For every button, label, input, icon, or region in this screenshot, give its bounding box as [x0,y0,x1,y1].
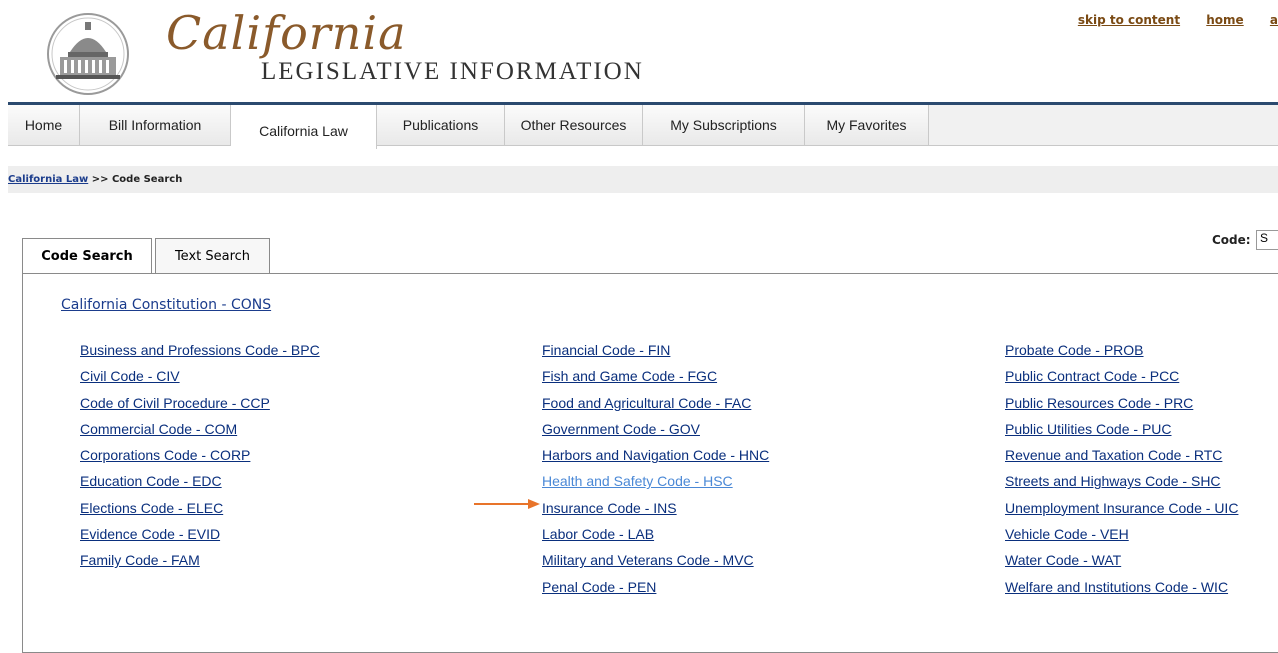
capitol-dome-logo-icon[interactable] [46,12,130,96]
code-link[interactable]: Education Code - EDC [80,473,320,499]
breadcrumb: California Law >> Code Search [8,166,1278,193]
code-link[interactable]: Code of Civil Procedure - CCP [80,395,320,421]
code-link[interactable]: Streets and Highways Code - SHC [1005,473,1238,499]
code-link[interactable]: Harbors and Navigation Code - HNC [542,447,769,473]
utility-link-a[interactable]: a [1270,13,1278,27]
codes-column-3: Probate Code - PROB Public Contract Code… [1005,342,1238,605]
code-link[interactable]: Water Code - WAT [1005,552,1238,578]
code-link[interactable]: Family Code - FAM [80,552,320,578]
tab-text-search[interactable]: Text Search [155,238,270,273]
code-link[interactable]: Business and Professions Code - BPC [80,342,320,368]
constitution-link[interactable]: California Constitution - CONS [61,297,271,313]
code-link[interactable]: Evidence Code - EVID [80,526,320,552]
code-link[interactable]: Corporations Code - CORP [80,447,320,473]
code-link[interactable]: Food and Agricultural Code - FAC [542,395,769,421]
logo-script-text: California [166,6,407,60]
code-link-highlighted[interactable]: Health and Safety Code - HSC [542,473,769,499]
code-filter-label: Code: [1212,233,1251,247]
tab-publications[interactable]: Publications [377,105,505,145]
tab-code-search[interactable]: Code Search [22,238,152,274]
utility-links: skip to content home a [1056,13,1278,27]
code-link[interactable]: Vehicle Code - VEH [1005,526,1238,552]
code-link[interactable]: Fish and Game Code - FGC [542,368,769,394]
breadcrumb-separator: >> [88,174,112,185]
skip-to-content-link[interactable]: skip to content [1078,13,1180,27]
orange-pointer-arrow-icon [474,499,540,509]
code-link[interactable]: Probate Code - PROB [1005,342,1238,368]
tab-california-law[interactable]: California Law [231,105,377,149]
codes-column-2: Financial Code - FIN Fish and Game Code … [542,342,769,605]
code-link[interactable]: Civil Code - CIV [80,368,320,394]
code-link[interactable]: Elections Code - ELEC [80,500,320,526]
tab-my-favorites[interactable]: My Favorites [805,105,929,145]
breadcrumb-current: Code Search [111,174,183,185]
code-link[interactable]: Unemployment Insurance Code - UIC [1005,500,1238,526]
logo-subtitle: LEGISLATIVE INFORMATION [261,58,644,85]
code-link[interactable]: Public Resources Code - PRC [1005,395,1238,421]
home-link[interactable]: home [1206,13,1243,27]
code-link[interactable]: Revenue and Taxation Code - RTC [1005,447,1238,473]
code-link[interactable]: Military and Veterans Code - MVC [542,552,769,578]
main-nav: Home Bill Information California Law Pub… [8,105,1278,149]
code-link[interactable]: Labor Code - LAB [542,526,769,552]
breadcrumb-california-law-link[interactable]: California Law [8,174,88,185]
code-link[interactable]: Penal Code - PEN [542,579,769,605]
code-link[interactable]: Commercial Code - COM [80,421,320,447]
search-subtabs: Code Search Text Search [22,238,273,274]
tab-home[interactable]: Home [8,105,80,145]
codes-column-1: Business and Professions Code - BPC Civi… [80,342,320,579]
code-link[interactable]: Public Contract Code - PCC [1005,368,1238,394]
code-link[interactable]: Government Code - GOV [542,421,769,447]
tab-bill-information[interactable]: Bill Information [80,105,231,145]
code-filter-select[interactable]: S [1256,230,1278,250]
site-header: California LEGISLATIVE INFORMATION skip … [0,0,1278,102]
tab-other-resources[interactable]: Other Resources [505,105,643,145]
tab-my-subscriptions[interactable]: My Subscriptions [643,105,805,145]
code-link[interactable]: Financial Code - FIN [542,342,769,368]
code-link[interactable]: Public Utilities Code - PUC [1005,421,1238,447]
code-link[interactable]: Insurance Code - INS [542,500,769,526]
code-link[interactable]: Welfare and Institutions Code - WIC [1005,579,1238,605]
